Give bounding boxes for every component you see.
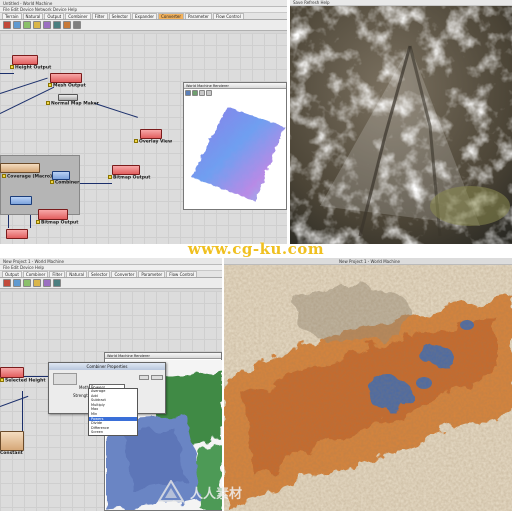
connection-wire	[0, 395, 29, 407]
device-icon[interactable]	[3, 21, 11, 29]
combiner-node[interactable]	[52, 171, 70, 180]
normal-map-preview	[191, 107, 285, 201]
watermark-url: www.cg-ku.com	[187, 240, 325, 258]
tab-flow-control[interactable]: Flow Control	[212, 13, 244, 19]
device-thumbnail	[53, 373, 77, 385]
connection-wire	[0, 73, 14, 74]
tab-natural[interactable]: Natural	[66, 271, 88, 277]
extra-node[interactable]	[6, 229, 28, 239]
bitmap-output-label-2: Bitmap Output	[36, 220, 78, 227]
device-icon[interactable]	[53, 279, 61, 287]
bitmap-output-label: Bitmap Output	[108, 175, 150, 182]
tab-terrain[interactable]: Terrain	[2, 13, 22, 19]
device-icon[interactable]	[3, 279, 11, 287]
window-title: Untitled - World Machine	[0, 0, 287, 7]
view-icon[interactable]	[192, 90, 198, 96]
device-icon[interactable]	[13, 21, 21, 29]
connection-wire	[0, 77, 48, 94]
tab-selector[interactable]: Selector	[108, 13, 131, 19]
normal-map-maker-label: Normal Map Maker	[46, 101, 99, 108]
selected-height-label: Selected Height	[0, 378, 45, 385]
cancel-button[interactable]	[151, 375, 163, 380]
terrain-render-window: Save Refresh Help	[290, 0, 512, 244]
connection-wire	[94, 103, 138, 118]
view-icon[interactable]	[199, 90, 205, 96]
node-editor-window: Untitled - World Machine File Edit Devic…	[0, 0, 287, 244]
mesh-output-node[interactable]	[50, 73, 82, 83]
coverage-label: Coverage (Macro)	[2, 174, 52, 181]
coverage-node[interactable]	[0, 163, 40, 173]
port-icon	[46, 101, 50, 105]
bitmap-output-node[interactable]	[112, 165, 140, 175]
port-icon	[48, 83, 52, 87]
generator-node[interactable]	[0, 431, 24, 451]
view-icon[interactable]	[206, 90, 212, 96]
device-icon[interactable]	[73, 21, 81, 29]
overlay-view-label: Overlay View	[134, 139, 172, 146]
port-icon	[0, 378, 4, 382]
tab-selector[interactable]: Selector	[88, 271, 111, 277]
method-option[interactable]: Screen	[89, 430, 137, 435]
ok-button[interactable]	[139, 375, 149, 380]
port-icon	[10, 65, 14, 69]
height-output-label: Height Output	[10, 65, 51, 72]
device-toolbar-2	[0, 278, 222, 289]
tab-filter[interactable]: Filter	[91, 13, 108, 19]
normal-map-maker-node[interactable]	[58, 94, 78, 101]
method-dropdown[interactable]: Average Add Subtract Multiply Max Min Po…	[88, 388, 138, 436]
device-icon[interactable]	[23, 279, 31, 287]
tab-output[interactable]: Output	[44, 13, 65, 19]
tab-natural[interactable]: Natural	[22, 13, 44, 19]
view-icon[interactable]	[185, 90, 191, 96]
tab-flow-control[interactable]: Flow Control	[166, 271, 198, 277]
node-editor-window-2: New Project 1 - World Machine File Edit …	[0, 258, 222, 511]
tab-combiner[interactable]: Combiner	[22, 271, 49, 277]
brand-logo-icon	[158, 480, 184, 502]
mesh-output-label: Mesh Output	[48, 83, 86, 90]
snow-mountain-render	[290, 6, 512, 244]
connection-wire	[22, 391, 23, 431]
device-icon[interactable]	[23, 21, 31, 29]
port-icon	[108, 175, 112, 179]
device-icon[interactable]	[43, 279, 51, 287]
port-icon	[2, 174, 6, 178]
collage: Untitled - World Machine File Edit Devic…	[0, 0, 512, 511]
overlay-view-node[interactable]	[140, 129, 162, 139]
device-icon[interactable]	[43, 21, 51, 29]
tab-filter[interactable]: Filter	[49, 271, 66, 277]
brand-watermark: 人人素材	[190, 487, 243, 502]
tab-expander[interactable]: Expander	[132, 13, 158, 19]
selected-height-node[interactable]	[0, 367, 24, 378]
port-icon	[36, 220, 40, 224]
terrain-render-window-2: New Project 1 - World Machine	[224, 258, 512, 511]
tab-combiner[interactable]: Combiner	[65, 13, 91, 19]
device-toolbar	[0, 20, 287, 31]
device-icon[interactable]	[53, 21, 61, 29]
dialog-title: Combiner Properties	[49, 363, 165, 370]
small-node[interactable]	[10, 196, 32, 205]
preview-title-2: World Machine Renderer	[105, 353, 221, 359]
window-title-3: New Project 1 - World Machine	[224, 258, 512, 265]
height-output-node[interactable]	[12, 55, 38, 65]
tab-parameter[interactable]: Parameter	[138, 271, 166, 277]
device-icon[interactable]	[13, 279, 21, 287]
device-icon[interactable]	[63, 21, 71, 29]
device-icon[interactable]	[33, 21, 41, 29]
tab-converter[interactable]: Converter	[158, 13, 184, 19]
bitmap-output-node-2[interactable]	[38, 209, 68, 220]
device-tabs: Terrain Natural Output Combiner Filter S…	[0, 13, 287, 20]
combiner-label: Combiner	[50, 180, 79, 187]
desert-terrain-render	[224, 265, 512, 511]
tab-converter[interactable]: Converter	[111, 271, 138, 277]
tab-output[interactable]: Output	[2, 271, 22, 277]
port-icon	[50, 180, 54, 184]
device-icon[interactable]	[33, 279, 41, 287]
port-icon	[134, 139, 138, 143]
generator-label: Constant	[0, 451, 23, 456]
preview-toolbar	[184, 89, 286, 97]
preview-window[interactable]: World Machine Renderer	[183, 82, 287, 210]
window-title-2: New Project 1 - World Machine	[0, 258, 222, 265]
tab-parameter[interactable]: Parameter	[185, 13, 212, 19]
device-tabs-2: Output Combiner Filter Natural Selector …	[0, 271, 222, 278]
